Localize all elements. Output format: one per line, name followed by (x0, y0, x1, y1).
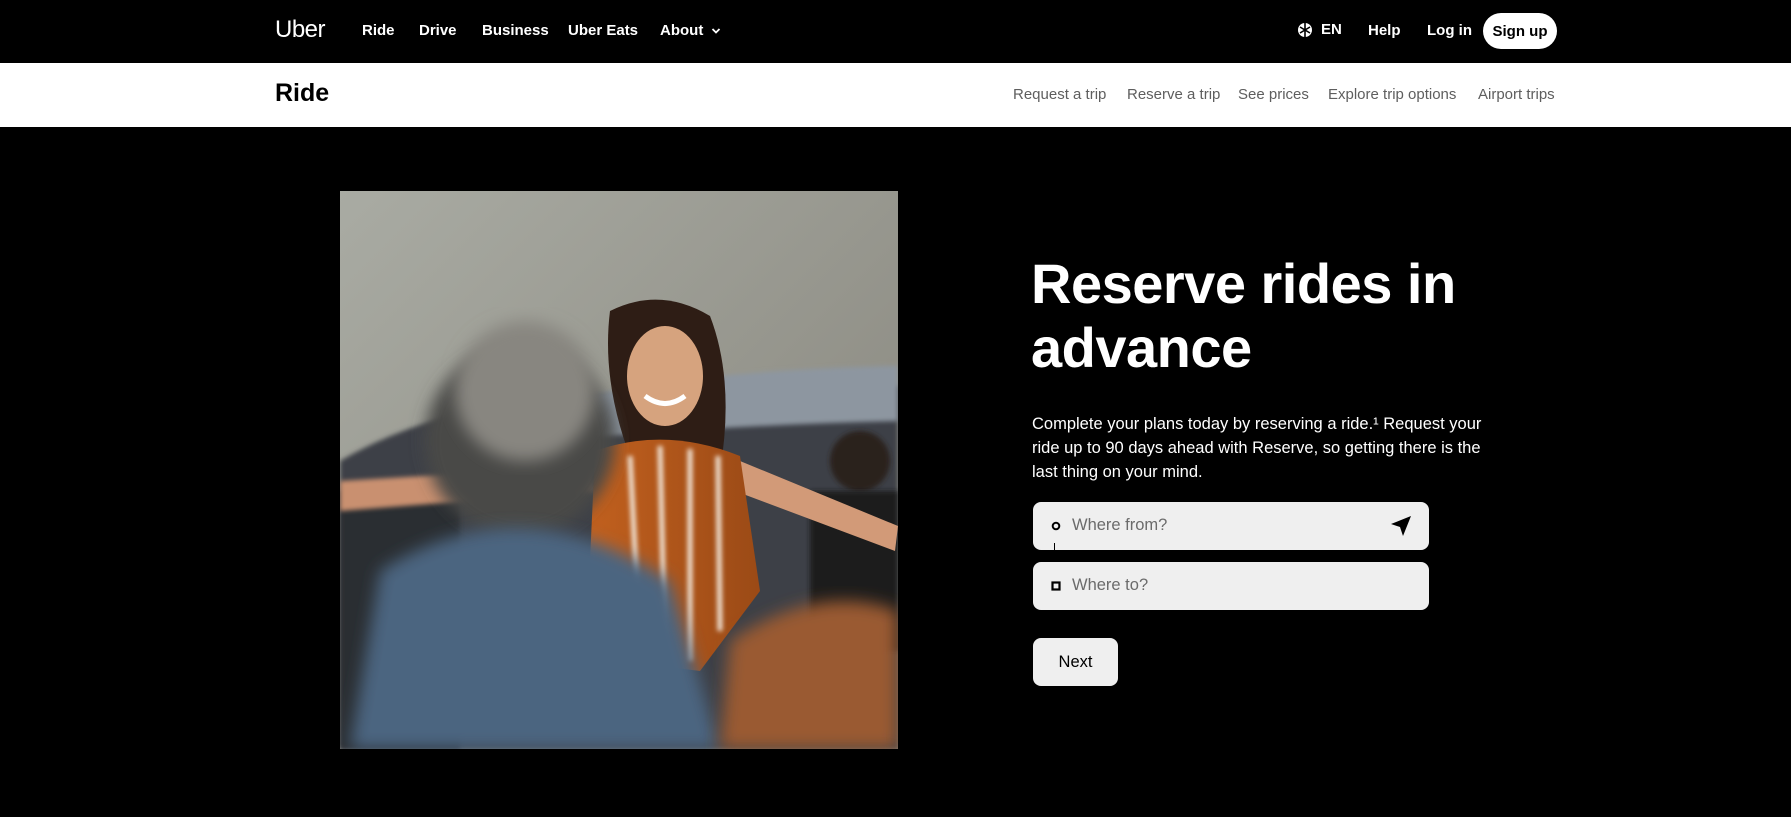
signup-button[interactable]: Sign up (1483, 13, 1557, 49)
subnav-title: Ride (275, 79, 330, 107)
language-label: EN (1321, 21, 1342, 38)
hero-description: Complete your plans today by reserving a… (1032, 415, 1482, 481)
nav-about-label: About (660, 22, 704, 39)
nav-uber-eats[interactable]: Uber Eats (568, 22, 638, 39)
nav-business[interactable]: Business (482, 22, 549, 39)
subnav-explore-trip-options[interactable]: Explore trip options (1328, 86, 1456, 103)
hero-photo-illustration (340, 191, 898, 749)
pickup-placeholder: Where from? (1072, 516, 1168, 534)
globe-icon (1298, 22, 1312, 37)
hero-headline: Reserve rides in advance (1031, 252, 1456, 379)
language-selector[interactable]: EN (1297, 21, 1342, 38)
destination-placeholder: Where to? (1072, 576, 1149, 594)
subnav-reserve-trip[interactable]: Reserve a trip (1127, 86, 1220, 103)
nav-ride[interactable]: Ride (362, 22, 395, 39)
pickup-location-input[interactable]: Where from? (1033, 502, 1429, 550)
hero-photo (340, 191, 898, 749)
uber-logo[interactable]: Uber (275, 16, 326, 44)
origin-dot-icon (1051, 521, 1061, 531)
login-link[interactable]: Log in (1427, 22, 1472, 39)
subnav-see-prices[interactable]: See prices (1238, 86, 1309, 103)
subnav-request-trip[interactable]: Request a trip (1013, 86, 1106, 103)
top-navigation: Uber Ride Drive Business Uber Eats About… (0, 0, 1791, 63)
destination-square-icon (1051, 581, 1061, 591)
nav-about[interactable]: About (660, 22, 721, 39)
destination-input[interactable]: Where to? (1033, 562, 1429, 610)
chevron-down-icon (712, 27, 721, 34)
sub-navigation: Ride Request a trip Reserve a trip See p… (0, 63, 1791, 127)
next-button[interactable]: Next (1033, 638, 1118, 686)
help-link[interactable]: Help (1368, 22, 1401, 39)
subnav-airport-trips[interactable]: Airport trips (1478, 86, 1555, 103)
nav-drive[interactable]: Drive (419, 22, 457, 39)
location-arrow-icon[interactable] (1390, 515, 1412, 537)
